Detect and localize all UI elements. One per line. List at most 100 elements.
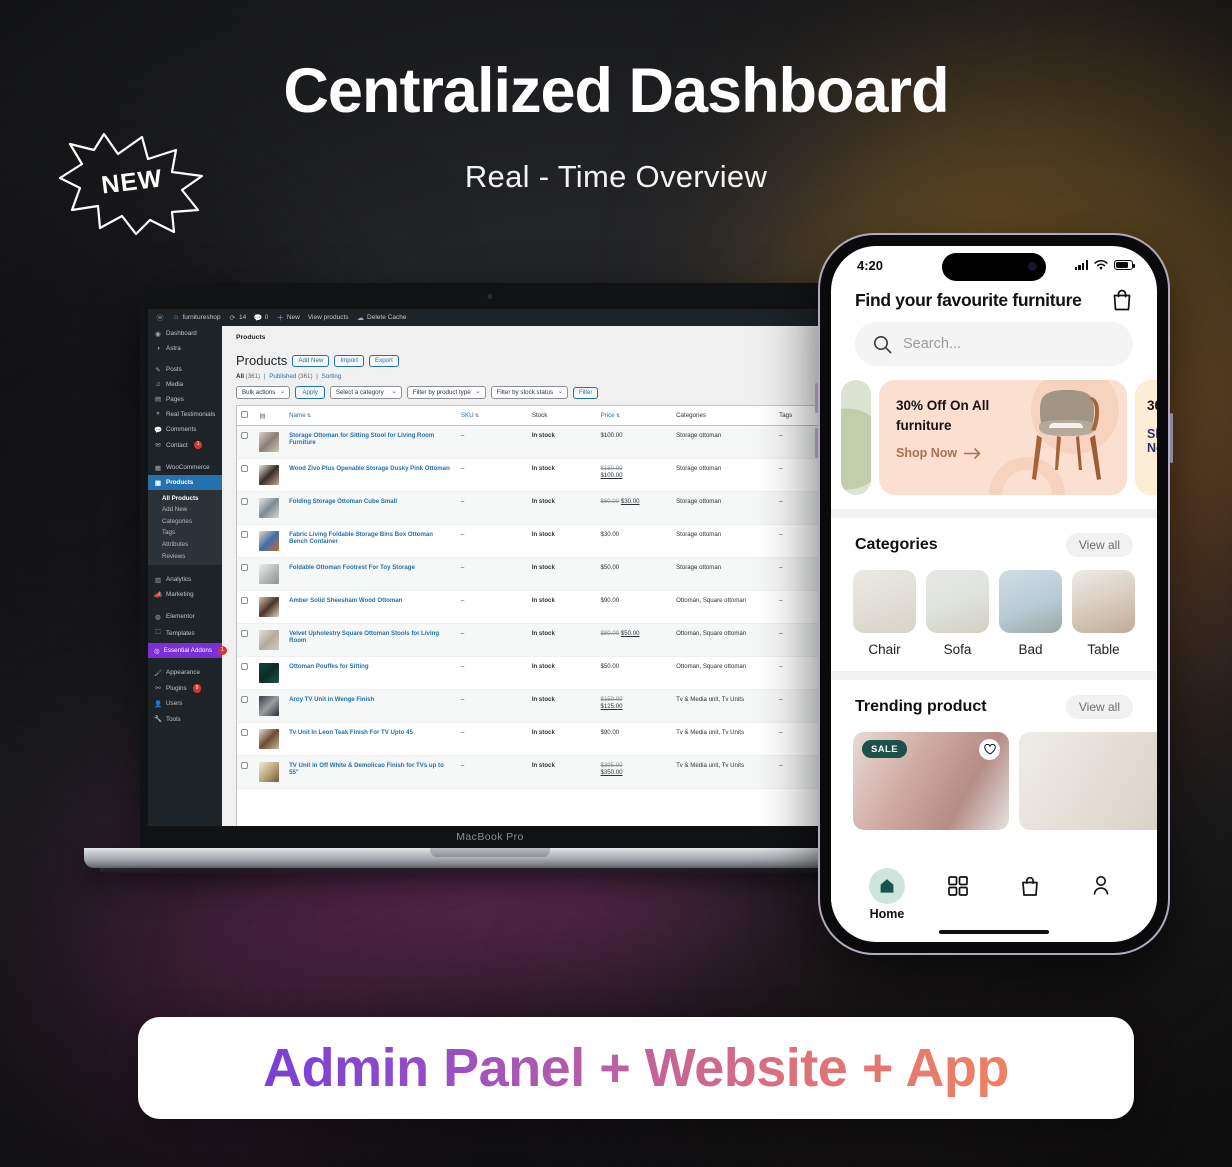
volume-up-button[interactable] xyxy=(815,383,818,413)
row-categories-cell[interactable]: Tv & Media unit, Tv Units xyxy=(672,755,776,789)
sidebar-item-contact[interactable]: ✉ Contact 1 xyxy=(148,437,222,453)
row-categories-cell[interactable]: Ottoman, Square ottoman xyxy=(672,656,776,690)
favorite-button[interactable] xyxy=(979,739,1000,760)
power-button[interactable] xyxy=(1170,413,1173,463)
sidebar-item-appearance[interactable]: 🖌 Appearance xyxy=(148,665,222,680)
tab-home[interactable]: Home xyxy=(861,867,913,921)
row-checkbox-cell[interactable] xyxy=(237,623,256,657)
row-checkbox[interactable] xyxy=(241,465,248,472)
category-item-bad[interactable]: Bad xyxy=(999,570,1062,657)
submenu-all-products[interactable]: All Products xyxy=(148,492,222,504)
add-new-button[interactable]: Add New xyxy=(292,354,330,367)
import-button[interactable]: Import xyxy=(334,354,364,367)
row-checkbox[interactable] xyxy=(241,696,248,703)
wp-logo-icon[interactable]: ⓦ xyxy=(156,314,164,322)
trending-view-all-button[interactable]: View all xyxy=(1065,695,1133,719)
category-item-sofa[interactable]: Sofa xyxy=(926,570,989,657)
row-checkbox-cell[interactable] xyxy=(237,722,256,756)
product-name-link[interactable]: Velvet Upholestry Square Ottoman Stools … xyxy=(289,630,439,644)
product-name-link[interactable]: TV Unit in Off White & Demolicao Finish … xyxy=(289,762,444,776)
product-name-link[interactable]: Fabric Living Foldable Storage Bins Box … xyxy=(289,531,433,545)
adminbar-new[interactable]: ＋ New xyxy=(276,314,300,322)
row-categories-cell[interactable]: Storage ottoman xyxy=(672,557,776,591)
row-checkbox-cell[interactable] xyxy=(237,458,256,492)
filter-sorting[interactable]: Sorting xyxy=(322,373,342,380)
row-checkbox[interactable] xyxy=(241,663,248,670)
category-select[interactable]: Select a category xyxy=(329,386,402,399)
bulk-actions-select[interactable]: Bulk actions xyxy=(236,386,291,399)
row-categories-cell[interactable]: Tv & Media unit, Tv Units xyxy=(672,689,776,723)
category-item-chair[interactable]: Chair xyxy=(853,570,916,657)
category-item-table[interactable]: Table xyxy=(1072,570,1135,657)
product-name-link[interactable]: Tv Unit In Leon Teak Finish For TV Upto … xyxy=(289,729,413,736)
sidebar-item-plugins[interactable]: ⚯ Plugins 9 xyxy=(148,681,222,697)
promo-next-cta[interactable]: Shop Now xyxy=(1147,427,1157,455)
product-name-link[interactable]: Wood Zivo Plus Openable Storage Dusky Pi… xyxy=(289,465,450,472)
sidebar-item-dashboard[interactable]: ◉ Dashboard xyxy=(148,326,222,341)
row-checkbox-cell[interactable] xyxy=(237,755,256,789)
sidebar-item-analytics[interactable]: ▥ Analytics xyxy=(148,572,222,587)
promo-card-main[interactable]: 30% Off On All furniture Shop Now xyxy=(879,380,1127,495)
table-row[interactable]: Foldable Ottoman Footrest For Toy Storag… xyxy=(237,557,821,591)
sidebar-item-real-testimonials[interactable]: ❞ Real Testimonials xyxy=(148,407,222,422)
row-checkbox-cell[interactable] xyxy=(237,590,256,624)
sidebar-item-essential-addons[interactable]: ◎ Essential Addons 1 xyxy=(148,642,227,659)
row-categories-cell[interactable]: Ottoman, Square ottoman xyxy=(672,590,776,624)
row-categories-cell[interactable]: Storage ottoman xyxy=(672,491,776,525)
submenu-tags[interactable]: Tags xyxy=(148,527,222,539)
sidebar-item-astra[interactable]: ◑ Astra xyxy=(148,341,222,355)
th-sku[interactable]: SKU xyxy=(456,406,528,426)
tab-cart[interactable] xyxy=(1004,868,1056,904)
table-row[interactable]: Tv Unit In Leon Teak Finish For TV Upto … xyxy=(237,722,821,756)
categories-view-all-button[interactable]: View all xyxy=(1065,533,1133,557)
row-categories-cell[interactable]: Ottoman, Square ottoman xyxy=(672,623,776,657)
product-name-link[interactable]: Folding Storage Ottoman Cube Small xyxy=(289,498,397,505)
sidebar-item-pages[interactable]: ▤ Pages xyxy=(148,392,222,407)
table-row[interactable]: Ottoman Pouffes for Sitting – In stock $50.… xyxy=(237,656,821,690)
select-all-checkbox[interactable] xyxy=(241,411,248,418)
table-row[interactable]: Aroy TV Unit in Wenge Finish – In stock $15… xyxy=(237,689,821,723)
apply-button[interactable]: Apply xyxy=(295,386,325,399)
row-categories-cell[interactable]: Storage ottoman xyxy=(672,524,776,558)
sidebar-item-templates[interactable]: 🗀 Templates xyxy=(148,625,222,643)
filter-published[interactable]: Published xyxy=(269,373,296,380)
row-categories-cell[interactable]: Storage ottoman xyxy=(672,425,776,459)
adminbar-delete-cache[interactable]: ☁ Delete Cache xyxy=(357,314,406,322)
row-checkbox-cell[interactable] xyxy=(237,425,256,459)
shopping-bag-icon[interactable] xyxy=(1111,288,1133,312)
stock-status-select[interactable]: Filter by stock status xyxy=(490,386,569,399)
table-row[interactable]: Velvet Upholestry Square Ottoman Stools … xyxy=(237,623,821,657)
table-row[interactable]: Wood Zivo Plus Openable Storage Dusky Pi… xyxy=(237,458,821,492)
row-checkbox-cell[interactable] xyxy=(237,689,256,723)
sidebar-item-woocommerce[interactable]: ▦ WooCommerce xyxy=(148,460,222,475)
filter-all[interactable]: All xyxy=(236,373,244,380)
adminbar-view-products[interactable]: View products xyxy=(308,314,349,321)
tab-profile[interactable] xyxy=(1075,868,1127,904)
sidebar-item-products[interactable]: ▣ Products xyxy=(148,475,222,491)
submenu-attributes[interactable]: Attributes xyxy=(148,539,222,551)
row-checkbox[interactable] xyxy=(241,630,248,637)
table-row[interactable]: Fabric Living Foldable Storage Bins Box … xyxy=(237,524,821,558)
trending-card-2[interactable] xyxy=(1019,732,1157,830)
row-checkbox[interactable] xyxy=(241,729,248,736)
th-price[interactable]: Price xyxy=(596,406,673,426)
product-name-link[interactable]: Amber Solid Sheesham Wood Ottoman xyxy=(289,597,402,604)
filter-button[interactable]: Filter xyxy=(573,386,599,399)
submenu-add-new[interactable]: Add New xyxy=(148,504,222,516)
row-checkbox[interactable] xyxy=(241,597,248,604)
row-checkbox[interactable] xyxy=(241,432,248,439)
row-categories-cell[interactable]: Storage ottoman xyxy=(672,458,776,492)
sidebar-item-media[interactable]: ♫ Media xyxy=(148,378,222,392)
table-row[interactable]: Amber Solid Sheesham Wood Ottoman – In sto… xyxy=(237,590,821,624)
row-checkbox-cell[interactable] xyxy=(237,524,256,558)
row-checkbox-cell[interactable] xyxy=(237,557,256,591)
trending-card-1[interactable]: SALE xyxy=(853,732,1009,830)
table-row[interactable]: Folding Storage Ottoman Cube Small – In st… xyxy=(237,491,821,525)
sidebar-item-users[interactable]: 👤 Users xyxy=(148,696,222,711)
submenu-reviews[interactable]: Reviews xyxy=(148,550,222,562)
volume-down-button[interactable] xyxy=(815,428,818,458)
sidebar-item-comments[interactable]: 💬 Comments xyxy=(148,422,222,437)
product-name-link[interactable]: Storage Ottoman for Sitting Stool for Li… xyxy=(289,432,434,446)
table-row[interactable]: Storage Ottoman for Sitting Stool for Li… xyxy=(237,425,821,459)
adminbar-comments[interactable]: 💬 0 xyxy=(254,314,268,322)
